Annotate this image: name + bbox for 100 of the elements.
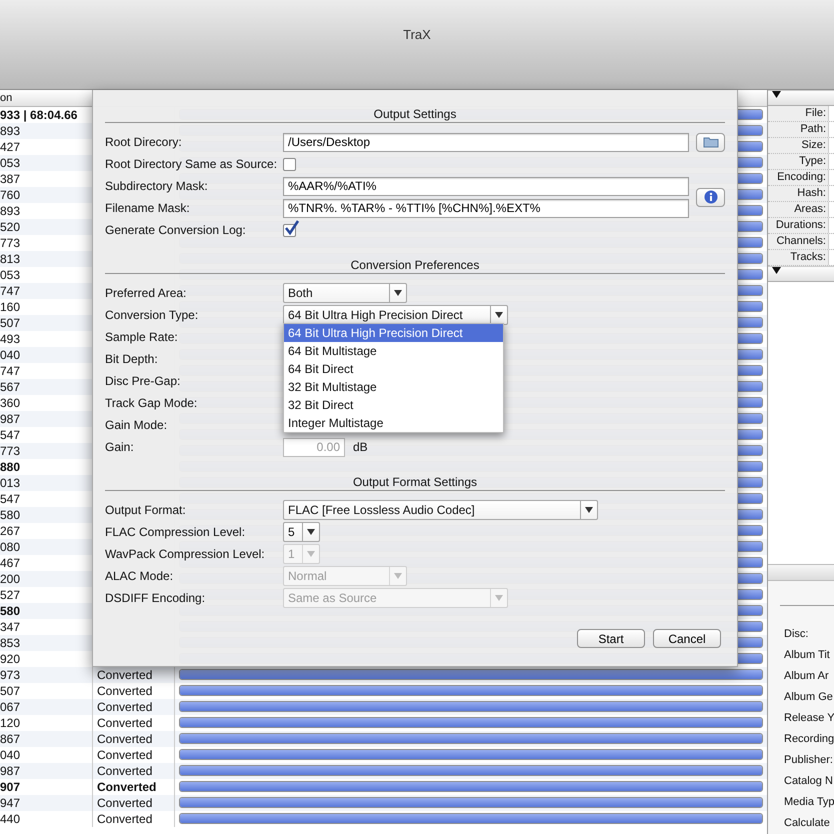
dropdown[interactable]: 5	[283, 522, 320, 542]
table-cell: 527	[0, 588, 20, 602]
table-cell: 507	[0, 684, 20, 698]
folder-button[interactable]	[696, 132, 725, 152]
info-label: Durations:	[774, 218, 827, 233]
menu-item[interactable]: 64 Bit Multistage	[284, 342, 503, 360]
info-label: Path:	[799, 122, 827, 137]
dropdown[interactable]: FLAC [Free Lossless Audio Codec]	[283, 500, 598, 520]
table-cell: 040	[0, 748, 20, 762]
field-label: Disc Pre-Gap:	[105, 374, 180, 388]
menu-item[interactable]: 64 Bit Ultra High Precision Direct	[284, 324, 503, 342]
panel-header	[768, 564, 834, 581]
info-label: Areas:	[793, 202, 827, 217]
menu-item[interactable]: Integer Multistage	[284, 414, 503, 432]
section-heading: Conversion Preferences	[350, 258, 480, 272]
tag-label: Album Ar	[784, 670, 829, 682]
field-label: Generate Conversion Log:	[105, 223, 246, 237]
table-cell: 387	[0, 172, 20, 186]
field-label: WavPack Compression Level:	[105, 547, 265, 561]
column-header[interactable]: on	[0, 92, 12, 104]
table-cell: 893	[0, 124, 20, 138]
table-cell: 013	[0, 476, 20, 490]
info-label: File:	[804, 106, 827, 121]
table-cell: 987	[0, 412, 20, 426]
status-text: Converted	[97, 764, 152, 778]
info-label: Size:	[800, 138, 827, 153]
table-cell: 920	[0, 652, 20, 666]
field-label: Conversion Type:	[105, 308, 198, 322]
status-text: Converted	[97, 700, 152, 714]
table-cell: 580	[0, 604, 20, 618]
field-label: Preferred Area:	[105, 286, 186, 300]
table-cell: 893	[0, 204, 20, 218]
text-field[interactable]: %TNR%. %TAR% - %TTI% [%CHN%].%EXT%	[283, 198, 689, 218]
info-label: Encoding:	[776, 170, 827, 185]
table-cell: 973	[0, 668, 20, 682]
caret-icon	[495, 595, 503, 601]
info-label: Hash:	[796, 186, 827, 201]
field-label: Root Direcory:	[105, 135, 182, 149]
tag-label: Disc:	[784, 628, 808, 640]
field-label: DSDIFF Encoding:	[105, 591, 206, 605]
table-cell: 267	[0, 524, 20, 538]
table-cell: 493	[0, 332, 20, 346]
table-cell: 547	[0, 428, 20, 442]
tag-label: Album Ge	[784, 690, 833, 703]
field-label: Filename Mask:	[105, 201, 190, 215]
table-cell: 773	[0, 236, 20, 250]
menu-item[interactable]: 32 Bit Multistage	[284, 378, 503, 396]
table-cell: 053	[0, 156, 20, 170]
table-cell: 880	[0, 460, 20, 474]
text-field[interactable]: %AAR%/%ATI%	[283, 176, 689, 196]
table-cell: 747	[0, 284, 20, 298]
menu-item[interactable]: 64 Bit Direct	[284, 360, 503, 378]
field-label: Gain Mode:	[105, 418, 168, 432]
info-label: Tracks:	[789, 250, 827, 265]
status-text: Converted	[97, 748, 152, 762]
field-label: Bit Depth:	[105, 352, 158, 366]
table-cell: 760	[0, 188, 20, 202]
section-heading: Output Settings	[374, 107, 456, 121]
field-label: Track Gap Mode:	[105, 396, 198, 410]
tag-label: Album Tit	[784, 648, 830, 661]
table-cell: 867	[0, 732, 20, 746]
dropdown[interactable]: Both	[283, 283, 407, 303]
info-label: Channels:	[775, 234, 827, 249]
table-cell: 853	[0, 636, 20, 650]
checkbox[interactable]	[283, 158, 296, 170]
table-cell: 520	[0, 220, 20, 234]
status-text: Converted	[97, 668, 152, 682]
table-cell: 427	[0, 140, 20, 154]
status-text: Converted	[97, 812, 152, 826]
tag-label: Publisher:	[784, 754, 833, 766]
table-cell: 747	[0, 364, 20, 378]
status-text: Converted	[97, 684, 152, 698]
dialog-button[interactable]: Start	[577, 629, 645, 648]
caret-icon	[307, 529, 315, 535]
text-field[interactable]: /Users/Desktop	[283, 132, 689, 152]
info-button[interactable]	[696, 188, 725, 206]
field-label: Gain:	[105, 440, 134, 454]
caret-icon	[585, 507, 593, 513]
table-cell: 440	[0, 812, 20, 826]
info-icon	[704, 190, 718, 204]
table-cell: 773	[0, 444, 20, 458]
unit-label: dB	[353, 439, 368, 456]
table-cell: 347	[0, 620, 20, 634]
table-cell: 580	[0, 508, 20, 522]
table-cell: 467	[0, 556, 20, 570]
tag-label: Media Typ	[784, 796, 834, 808]
table-cell: 200	[0, 572, 20, 586]
field-label: Output Format:	[105, 503, 186, 517]
dropdown[interactable]: 64 Bit Ultra High Precision Direct	[283, 305, 508, 325]
table-cell: 040	[0, 348, 20, 362]
table-cell: 907	[0, 780, 20, 794]
status-text: Converted	[97, 716, 152, 730]
menu-item[interactable]: 32 Bit Direct	[284, 396, 503, 414]
table-cell: 120	[0, 716, 20, 730]
table-cell: 067	[0, 700, 20, 714]
status-text: Converted	[97, 732, 152, 746]
dialog-button[interactable]: Cancel	[653, 629, 721, 648]
table-cell: 360	[0, 396, 20, 410]
field-label: Subdirectory Mask:	[105, 179, 208, 193]
table-cell: 507	[0, 316, 20, 330]
